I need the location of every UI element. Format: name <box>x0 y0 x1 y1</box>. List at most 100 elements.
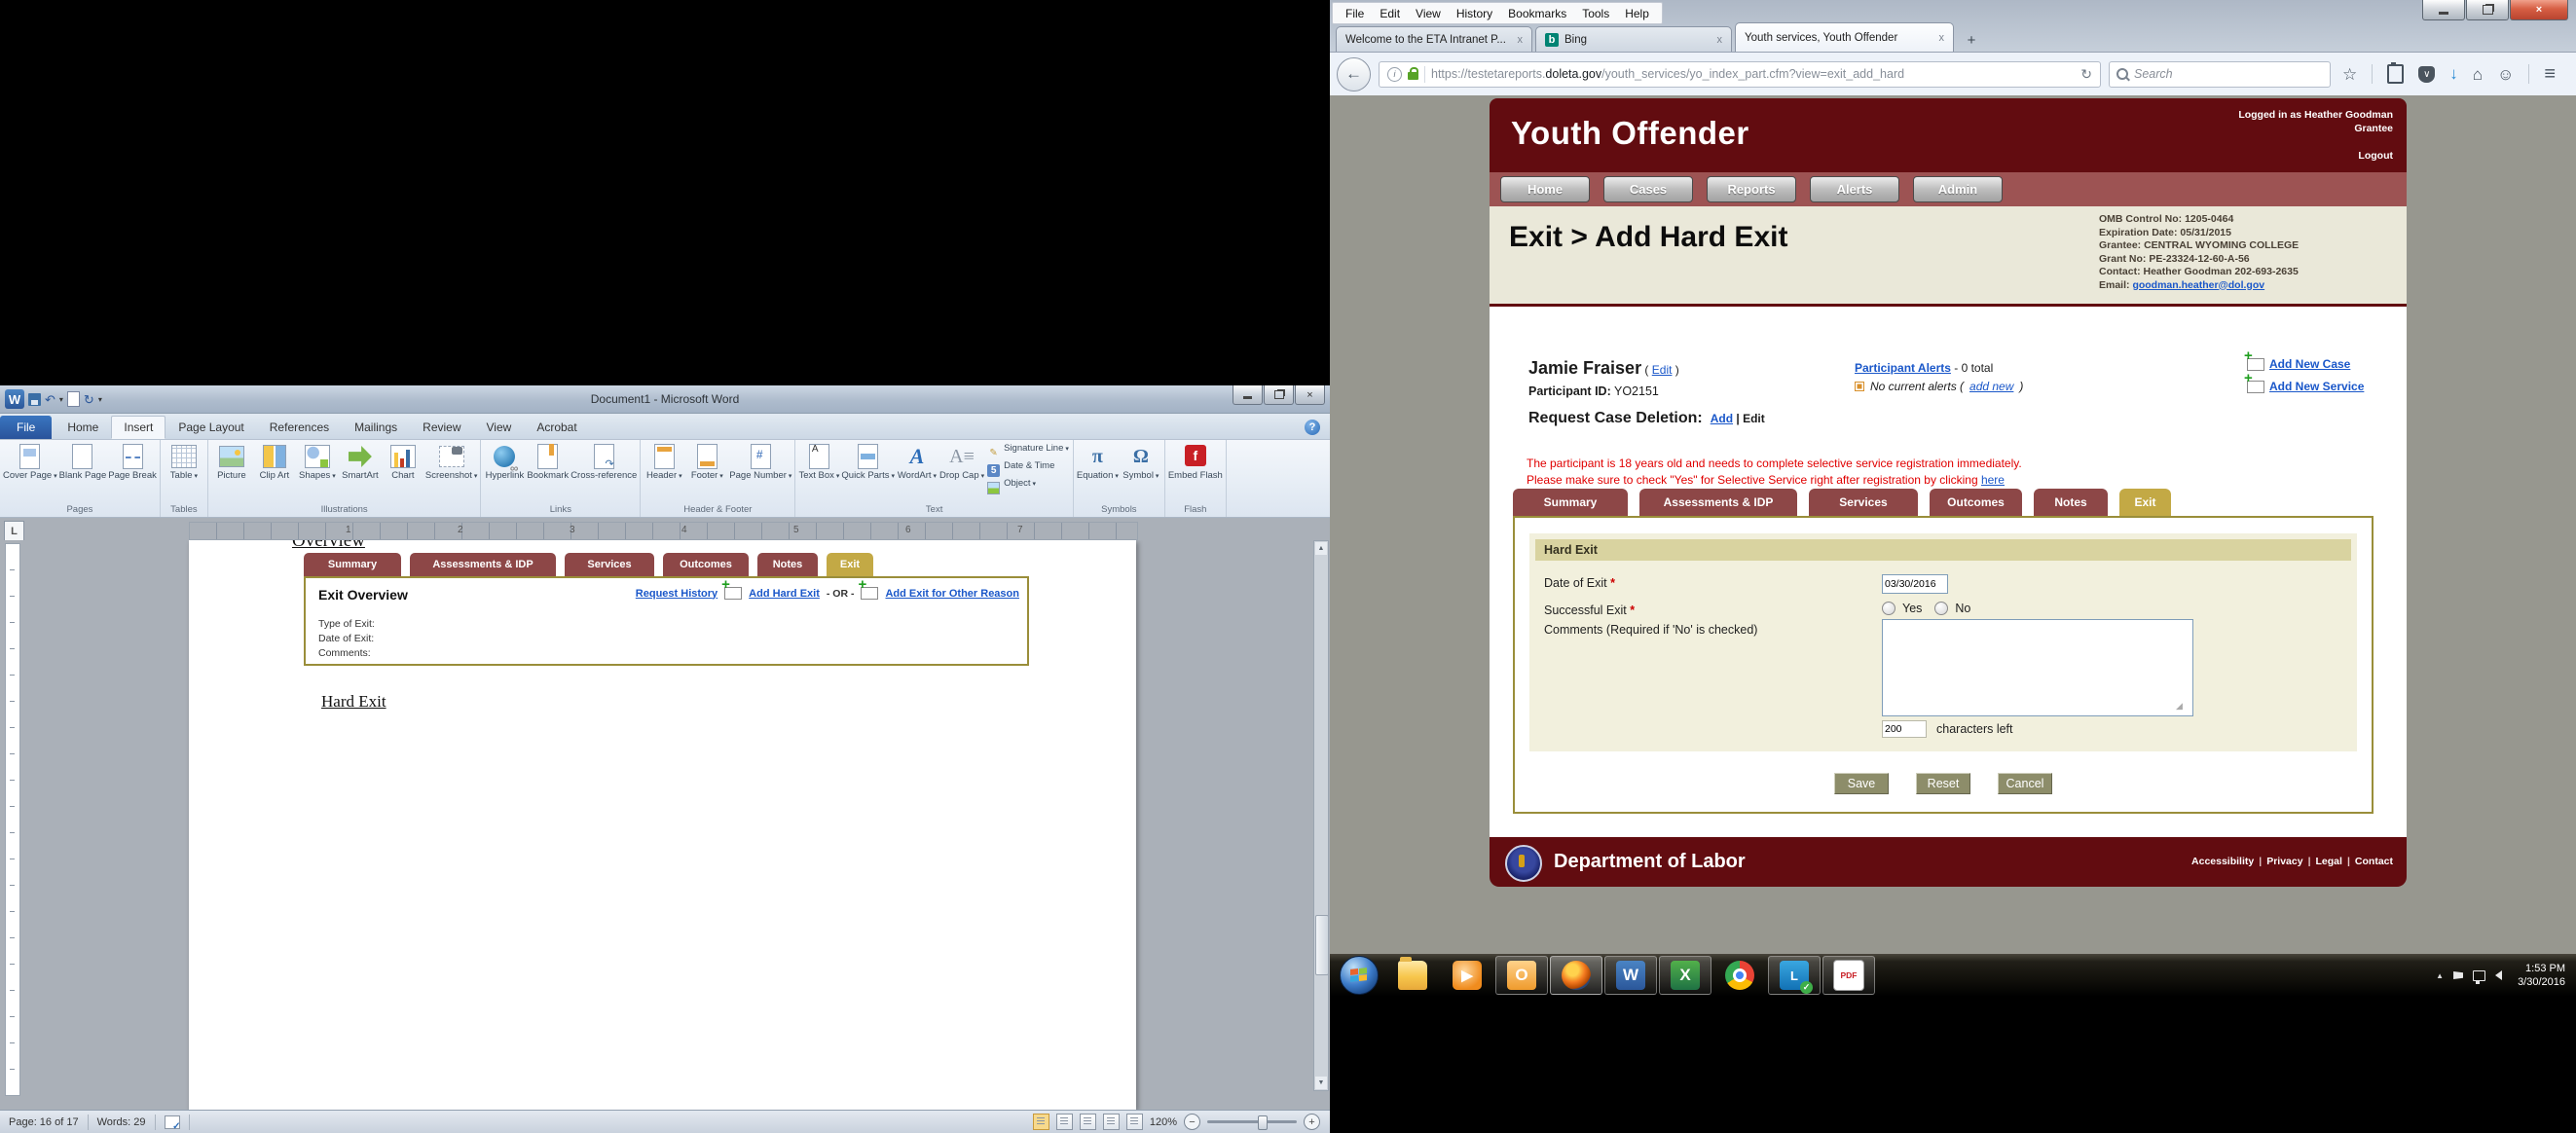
network-icon[interactable] <box>2473 970 2485 981</box>
help-icon[interactable]: ? <box>1305 420 1320 435</box>
nav-cases-button[interactable]: Cases <box>1603 176 1693 202</box>
new-tab-button[interactable]: + <box>1959 30 1984 51</box>
deletion-edit-text[interactable]: Edit <box>1743 412 1765 425</box>
signature-line-button[interactable]: ✎Signature Line <box>987 445 1069 460</box>
clip-art-button[interactable]: Clip Art <box>253 442 296 492</box>
page-info-icon[interactable]: i <box>1387 67 1402 82</box>
text-box-button[interactable]: Text Box <box>797 442 840 492</box>
home-icon[interactable]: ⌂ <box>2473 66 2483 83</box>
browser-tab-bing[interactable]: b Bing x <box>1535 26 1732 52</box>
symbol-button[interactable]: ΩSymbol <box>1120 442 1162 492</box>
tab-exit[interactable]: Exit <box>2119 489 2171 516</box>
horizontal-ruler[interactable]: 1 2 3 4 5 6 7 <box>189 522 1138 540</box>
characters-left-count[interactable] <box>1882 720 1927 738</box>
taskbar-word[interactable]: W <box>1604 956 1657 995</box>
taskbar-adobe-reader[interactable]: PDF <box>1822 956 1875 995</box>
participant-edit-link[interactable]: Edit <box>1652 363 1673 377</box>
draft-view-button[interactable] <box>1126 1114 1143 1130</box>
firefox-minimize-button[interactable] <box>2422 0 2465 20</box>
menu-history[interactable]: History <box>1449 5 1500 22</box>
chart-button[interactable]: Chart <box>382 442 424 492</box>
tab-stop-selector[interactable]: L <box>4 521 24 541</box>
tab-outcomes[interactable]: Outcomes <box>1930 489 2022 516</box>
page-break-button[interactable]: Page Break <box>107 442 158 492</box>
taskbar-chrome[interactable] <box>1713 956 1766 995</box>
tab-close-icon[interactable]: x <box>1939 32 1945 44</box>
drop-cap-button[interactable]: A≡Drop Cap <box>938 442 985 492</box>
tab-close-icon[interactable]: x <box>1518 34 1524 46</box>
menu-hamburger-icon[interactable]: ≡ <box>2544 63 2556 86</box>
ribbon-tab-mailings[interactable]: Mailings <box>342 416 410 439</box>
taskbar-firefox[interactable] <box>1550 956 1602 995</box>
wordart-button[interactable]: AWordArt <box>896 442 938 492</box>
ribbon-tab-acrobat[interactable]: Acrobat <box>524 416 589 439</box>
word-title-bar[interactable]: W ↶ ▾ ↻ ▾ Document1 - Microsoft Word × <box>0 385 1330 414</box>
zoom-slider-thumb[interactable] <box>1258 1115 1268 1130</box>
add-new-alert-link[interactable]: add new <box>1969 380 2013 393</box>
print-layout-view-button[interactable] <box>1033 1114 1049 1130</box>
ribbon-tab-review[interactable]: Review <box>410 416 473 439</box>
undo-icon[interactable]: ↶ <box>45 393 55 406</box>
word-restore-button[interactable] <box>1264 385 1294 405</box>
feedback-smiley-icon[interactable]: ☺ <box>2497 66 2514 83</box>
yes-radio[interactable] <box>1882 602 1895 615</box>
save-icon[interactable] <box>28 393 41 406</box>
redo-icon[interactable]: ↻ <box>84 393 94 406</box>
bookmark-star-icon[interactable]: ☆ <box>2342 66 2357 83</box>
add-new-case-row[interactable]: Add New Case <box>2247 357 2364 371</box>
smartart-button[interactable]: SmartArt <box>339 442 382 492</box>
nav-alerts-button[interactable]: Alerts <box>1810 176 1899 202</box>
word-minimize-button[interactable] <box>1233 385 1263 405</box>
undo-dropdown-caret[interactable]: ▾ <box>59 395 63 404</box>
firefox-close-button[interactable]: × <box>2510 0 2568 20</box>
tab-notes[interactable]: Notes <box>2034 489 2108 516</box>
word-close-button[interactable]: × <box>1295 385 1325 405</box>
document-vertical-scrollbar[interactable]: ▲ ▼ <box>1313 540 1329 1091</box>
outline-view-button[interactable] <box>1103 1114 1120 1130</box>
menu-help[interactable]: Help <box>1617 5 1657 22</box>
https-lock-icon[interactable] <box>1408 72 1418 80</box>
taskbar-outlook[interactable]: O <box>1495 956 1548 995</box>
comments-textarea[interactable] <box>1882 619 2193 716</box>
quick-parts-button[interactable]: Quick Parts <box>840 442 896 492</box>
taskbar-media-player[interactable]: ▶ <box>1441 956 1493 995</box>
cover-page-button[interactable]: Cover Page <box>2 442 58 492</box>
search-bar[interactable]: Search <box>2109 61 2331 88</box>
ribbon-tab-view[interactable]: View <box>474 416 525 439</box>
scroll-down-arrow[interactable]: ▼ <box>1315 1077 1327 1089</box>
textarea-resize-grip[interactable]: ◢ <box>2176 701 2183 712</box>
ribbon-tab-page-layout[interactable]: Page Layout <box>166 416 256 439</box>
qat-customize-caret[interactable]: ▾ <box>98 395 102 404</box>
no-radio[interactable] <box>1934 602 1948 615</box>
web-layout-view-button[interactable] <box>1080 1114 1096 1130</box>
tab-close-icon[interactable]: x <box>1717 34 1723 46</box>
start-button[interactable] <box>1340 956 1379 995</box>
footer-accessibility-link[interactable]: Accessibility <box>2191 856 2254 867</box>
word-app-icon[interactable]: W <box>5 389 24 409</box>
bookmark-button[interactable]: Bookmark <box>526 442 570 492</box>
deletion-add-link[interactable]: Add <box>1711 412 1733 425</box>
scrollbar-thumb[interactable] <box>1315 915 1329 975</box>
ribbon-tab-home[interactable]: Home <box>55 416 111 439</box>
nav-reports-button[interactable]: Reports <box>1707 176 1796 202</box>
footer-privacy-link[interactable]: Privacy <box>2266 856 2302 867</box>
search-placeholder[interactable]: Search <box>2134 67 2173 81</box>
zoom-out-button[interactable]: − <box>1184 1114 1200 1130</box>
pocket-icon[interactable]: ∨ <box>2418 66 2435 83</box>
browser-tab-youth-services[interactable]: Youth services, Youth Offender x <box>1735 22 1954 52</box>
object-button[interactable]: Object <box>987 480 1069 495</box>
fullscreen-view-button[interactable] <box>1056 1114 1073 1130</box>
menu-edit[interactable]: Edit <box>1372 5 1408 22</box>
shapes-button[interactable]: Shapes <box>296 442 339 492</box>
cancel-button[interactable]: Cancel <box>1998 773 2052 794</box>
url-bar[interactable]: i https://testetareports.doleta.gov/yout… <box>1379 61 2101 88</box>
screenshot-button[interactable]: Screenshot <box>424 442 479 492</box>
reading-list-icon[interactable] <box>2387 64 2404 84</box>
equation-button[interactable]: πEquation <box>1076 442 1120 492</box>
footer-button[interactable]: Footer <box>685 442 728 492</box>
nav-home-button[interactable]: Home <box>1500 176 1590 202</box>
reset-button[interactable]: Reset <box>1916 773 1970 794</box>
date-time-button[interactable]: 5Date & Time <box>987 462 1069 478</box>
page-count-status[interactable]: Page: 16 of 17 <box>0 1115 89 1130</box>
nav-admin-button[interactable]: Admin <box>1913 176 2003 202</box>
